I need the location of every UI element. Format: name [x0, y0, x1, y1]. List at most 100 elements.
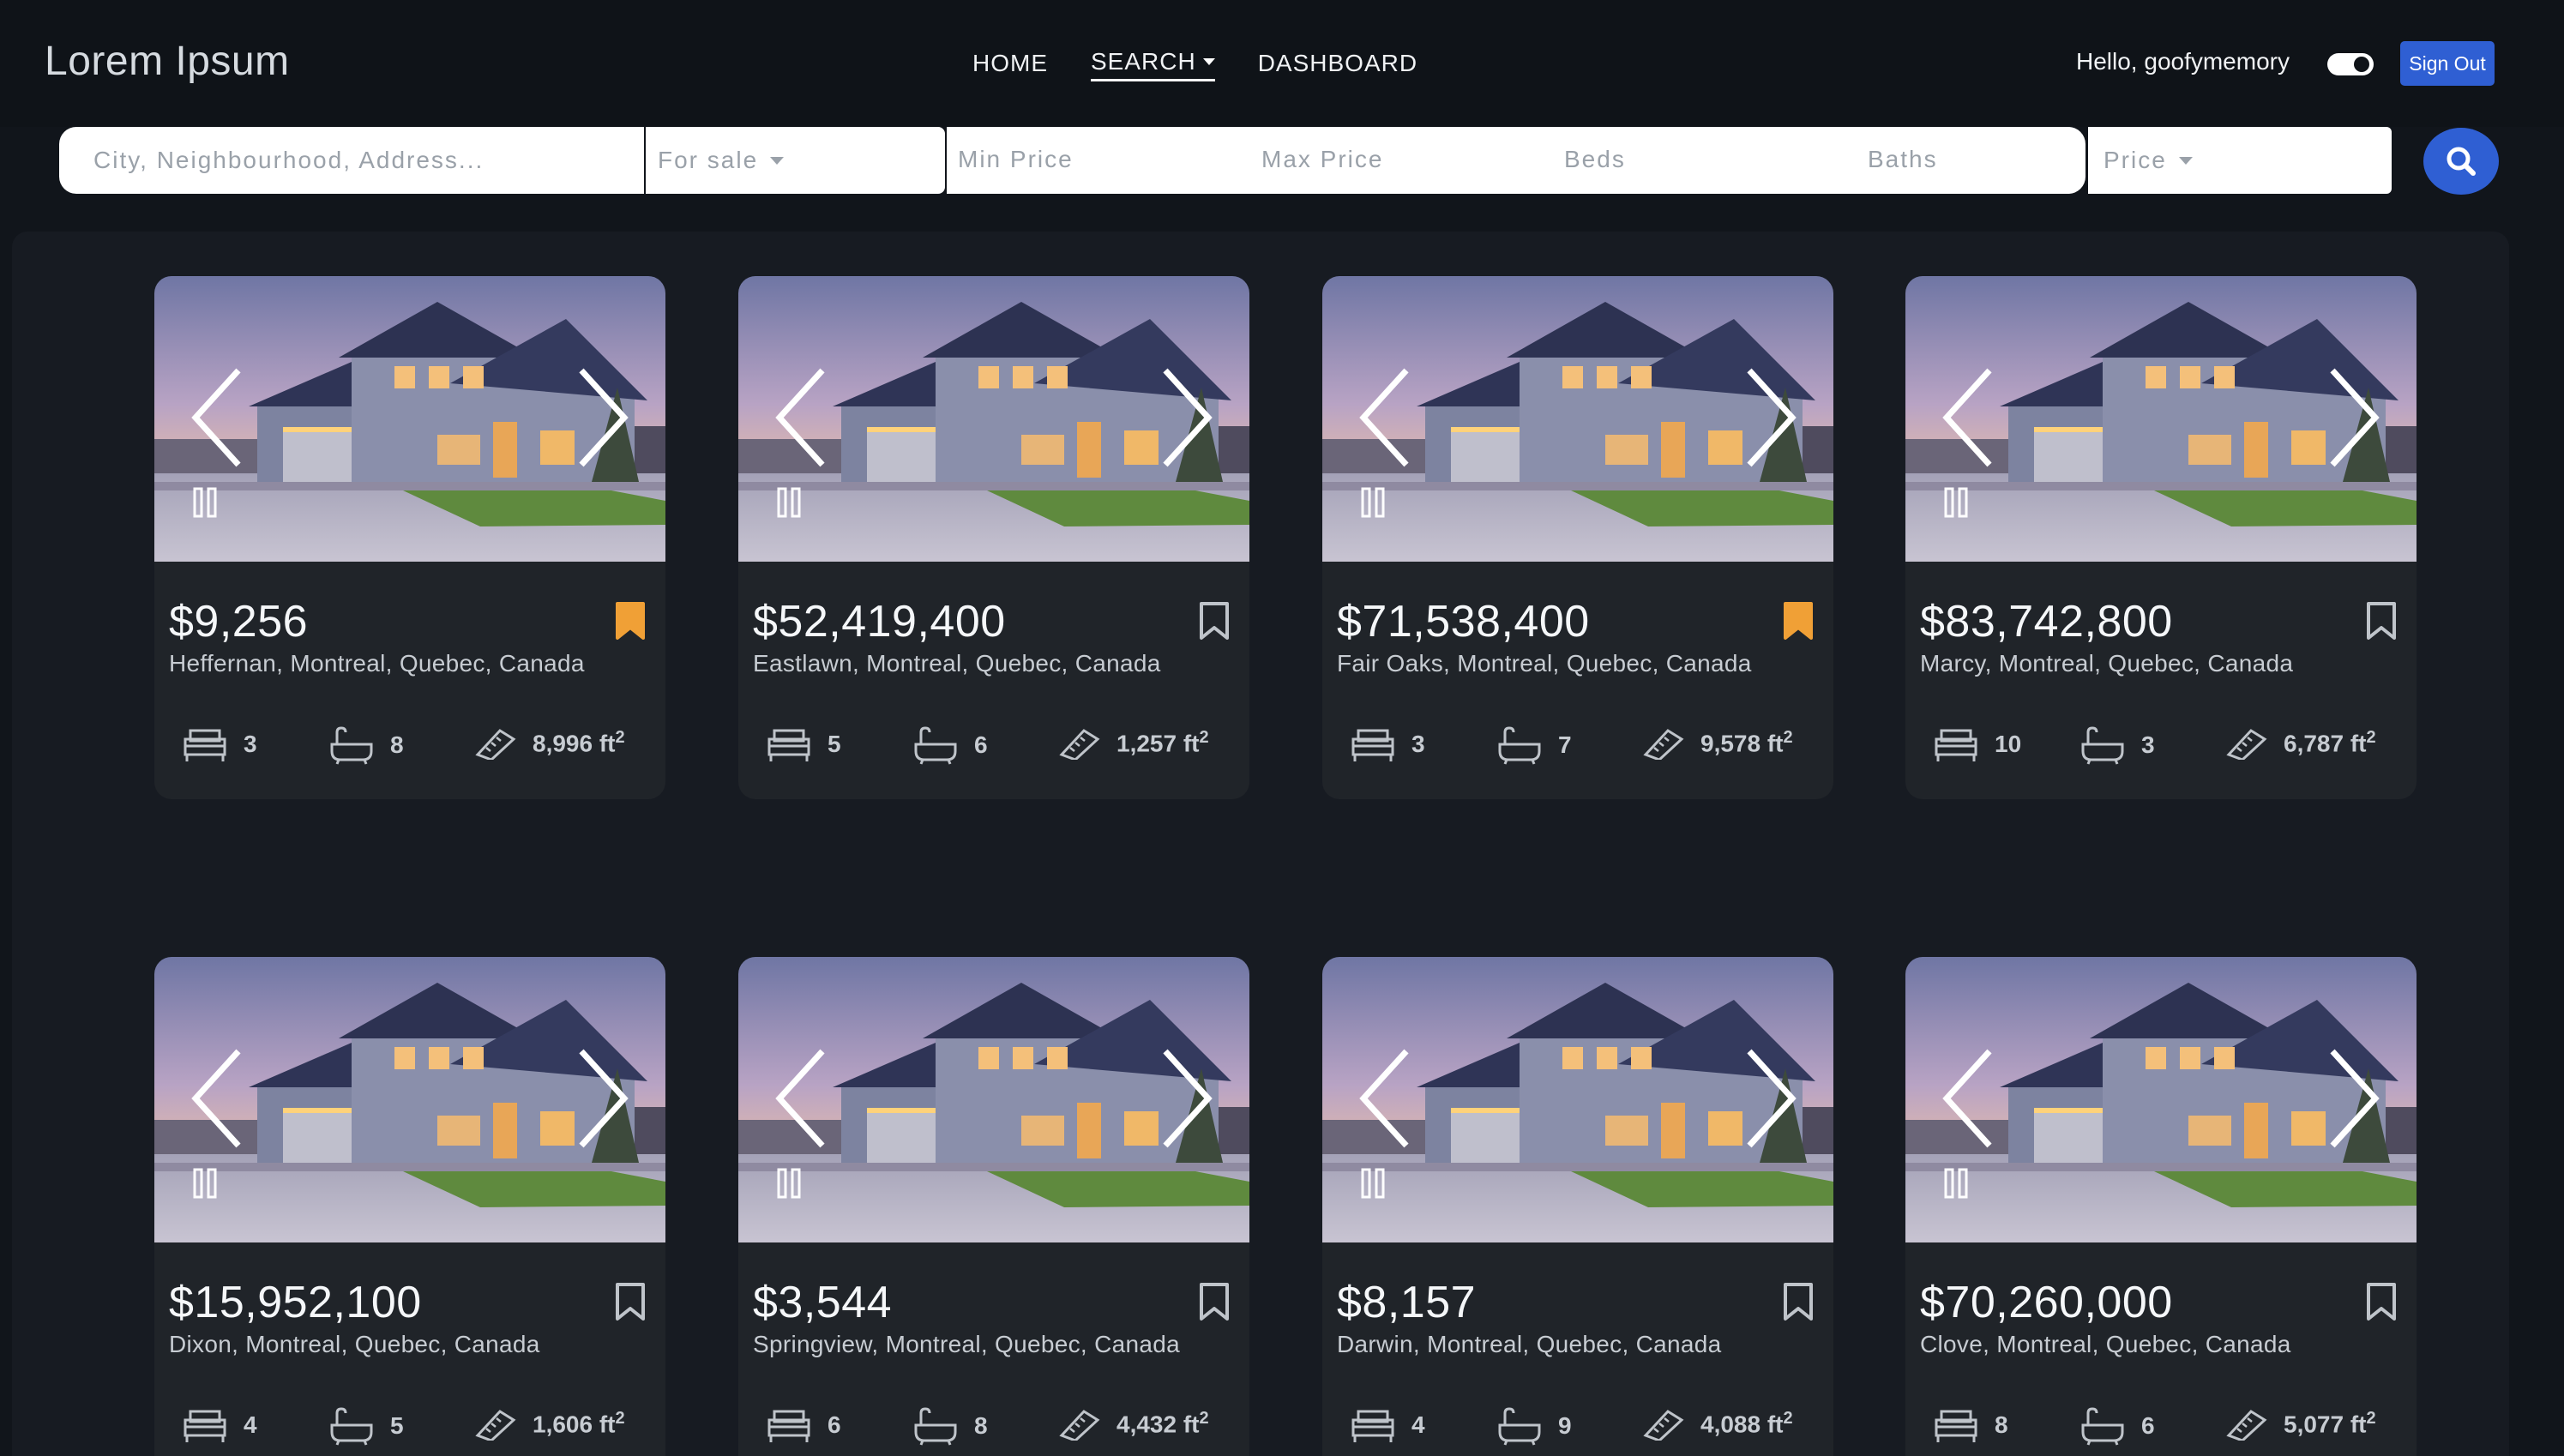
bathtub-icon: [330, 1407, 373, 1446]
ruler-icon: [2226, 1410, 2267, 1441]
beds-stat: 8: [1933, 1406, 2008, 1444]
listing-card[interactable]: $9,256 Heffernan, Montreal, Quebec, Canad…: [154, 276, 665, 799]
beds-input[interactable]: Beds: [1564, 146, 1626, 173]
chevron-right-icon[interactable]: [1741, 1043, 1801, 1154]
ruler-icon: [2226, 729, 2267, 760]
chevron-right-icon[interactable]: [2324, 1043, 2384, 1154]
bathtub-icon: [914, 1407, 957, 1446]
bathtub-icon: [1498, 726, 1541, 765]
area-value: 6,787 ft2: [2284, 728, 2376, 757]
baths-stat: 6: [2079, 1406, 2155, 1446]
chevron-right-icon[interactable]: [1157, 362, 1217, 473]
main-nav: HOME SEARCH DASHBOARD: [972, 48, 1417, 81]
area-unit: ft: [1767, 1411, 1784, 1438]
pause-icon[interactable]: [192, 1168, 218, 1199]
beds-stat: 4: [1350, 1406, 1425, 1444]
chevron-right-icon[interactable]: [1741, 362, 1801, 473]
bathtub-icon: [330, 726, 373, 765]
area-unit: ft: [2350, 730, 2367, 757]
area-unit: ft: [1183, 730, 1200, 757]
baths-count: 6: [974, 731, 988, 758]
beds-count: 6: [828, 1411, 841, 1438]
area-number: 4,088: [1700, 1411, 1761, 1438]
pause-icon[interactable]: [1360, 487, 1386, 518]
chevron-left-icon[interactable]: [1355, 362, 1415, 473]
pause-icon[interactable]: [1943, 1168, 1969, 1199]
baths-input[interactable]: Baths: [1868, 146, 1938, 173]
chevron-left-icon[interactable]: [1938, 362, 1998, 473]
bookmark-icon: [1200, 1283, 1229, 1321]
listing-card[interactable]: $52,419,400 Eastlawn, Montreal, Quebec, C…: [738, 276, 1249, 799]
chevron-right-icon[interactable]: [1157, 1043, 1217, 1154]
chevron-left-icon[interactable]: [1355, 1043, 1415, 1154]
pause-icon[interactable]: [1360, 1168, 1386, 1199]
bed-icon: [1935, 729, 1977, 761]
beds-count: 4: [244, 1411, 257, 1438]
bookmark-button[interactable]: [612, 1281, 648, 1322]
listing-address: Clove, Montreal, Quebec, Canada: [1920, 1331, 2291, 1357]
area-unit: ft: [1183, 1411, 1200, 1438]
chevron-left-icon[interactable]: [187, 1043, 247, 1154]
bookmark-button[interactable]: [2363, 1281, 2399, 1322]
beds-count: 5: [828, 731, 841, 757]
area-exponent: 2: [1783, 727, 1793, 747]
area-value: 8,996 ft2: [533, 728, 625, 757]
area-number: 8,996: [533, 730, 593, 757]
listing-card[interactable]: $3,544 Springview, Montreal, Quebec, Cana…: [738, 957, 1249, 1456]
min-price-input[interactable]: Min Price: [958, 146, 1074, 173]
nav-search-dropdown[interactable]: SEARCH: [1091, 48, 1215, 81]
bookmark-button[interactable]: [2363, 600, 2399, 641]
listing-card[interactable]: $15,952,100 Dixon, Montreal, Quebec, Cana…: [154, 957, 665, 1456]
chevron-left-icon[interactable]: [187, 362, 247, 473]
pause-icon[interactable]: [776, 1168, 802, 1199]
area-value: 4,432 ft2: [1116, 1409, 1209, 1438]
listing-card[interactable]: $8,157 Darwin, Montreal, Quebec, Canada 4 9…: [1322, 957, 1833, 1456]
location-search-input[interactable]: City, Neighbourhood, Address...: [59, 127, 644, 194]
nav-home[interactable]: HOME: [972, 48, 1048, 81]
area-stat: 9,578 ft2: [1642, 725, 1793, 760]
bookmark-button[interactable]: [1780, 1281, 1816, 1322]
listing-address: Springview, Montreal, Quebec, Canada: [753, 1331, 1180, 1357]
area-number: 5,077: [2284, 1411, 2344, 1438]
chevron-right-icon[interactable]: [2324, 362, 2384, 473]
listing-card[interactable]: $70,260,000 Clove, Montreal, Quebec, Cana…: [1905, 957, 2417, 1456]
area-stat: 1,606 ft2: [474, 1406, 625, 1441]
nav-dashboard[interactable]: DASHBOARD: [1258, 48, 1417, 81]
area-stat: 5,077 ft2: [2225, 1406, 2376, 1441]
area-stat: 4,432 ft2: [1058, 1406, 1209, 1441]
sort-select[interactable]: Price: [2088, 127, 2392, 194]
ruler-icon: [475, 729, 516, 760]
pause-icon[interactable]: [1943, 487, 1969, 518]
listing-type-select[interactable]: For sale: [644, 127, 945, 194]
max-price-input[interactable]: Max Price: [1261, 146, 1383, 173]
bed-icon: [1935, 1410, 1977, 1442]
listing-price: $52,419,400: [753, 597, 1006, 647]
pause-icon[interactable]: [192, 487, 218, 518]
chevron-left-icon[interactable]: [1938, 1043, 1998, 1154]
chevron-left-icon[interactable]: [771, 362, 831, 473]
bookmark-button[interactable]: [1196, 600, 1232, 641]
listing-card[interactable]: $83,742,800 Marcy, Montreal, Quebec, Cana…: [1905, 276, 2417, 799]
chevron-left-icon[interactable]: [771, 1043, 831, 1154]
listing-stats: 10 3 6,787 ft2: [1905, 725, 2417, 777]
chevron-right-icon[interactable]: [573, 362, 633, 473]
bookmark-button[interactable]: [612, 600, 648, 641]
brand-logo[interactable]: Lorem Ipsum: [45, 38, 290, 85]
listing-stats: 3 8 8,996 ft2: [154, 725, 665, 777]
baths-count: 5: [390, 1412, 404, 1439]
bookmark-button[interactable]: [1780, 600, 1816, 641]
listing-price: $83,742,800: [1920, 597, 2173, 647]
listing-card[interactable]: $71,538,400 Fair Oaks, Montreal, Quebec, …: [1322, 276, 1833, 799]
listing-stats: 4 9 4,088 ft2: [1322, 1406, 1833, 1456]
chevron-right-icon[interactable]: [573, 1043, 633, 1154]
sign-out-button[interactable]: Sign Out: [2400, 41, 2495, 86]
pause-icon[interactable]: [776, 487, 802, 518]
bookmark-button[interactable]: [1196, 1281, 1232, 1322]
beds-stat: 4: [182, 1406, 257, 1444]
search-button[interactable]: [2423, 128, 2499, 195]
area-unit: ft: [599, 730, 616, 757]
theme-toggle[interactable]: [2327, 53, 2374, 75]
area-stat: 8,996 ft2: [474, 725, 625, 760]
sort-value: Price: [2104, 147, 2167, 173]
listing-stats: 6 8 4,432 ft2: [738, 1406, 1249, 1456]
